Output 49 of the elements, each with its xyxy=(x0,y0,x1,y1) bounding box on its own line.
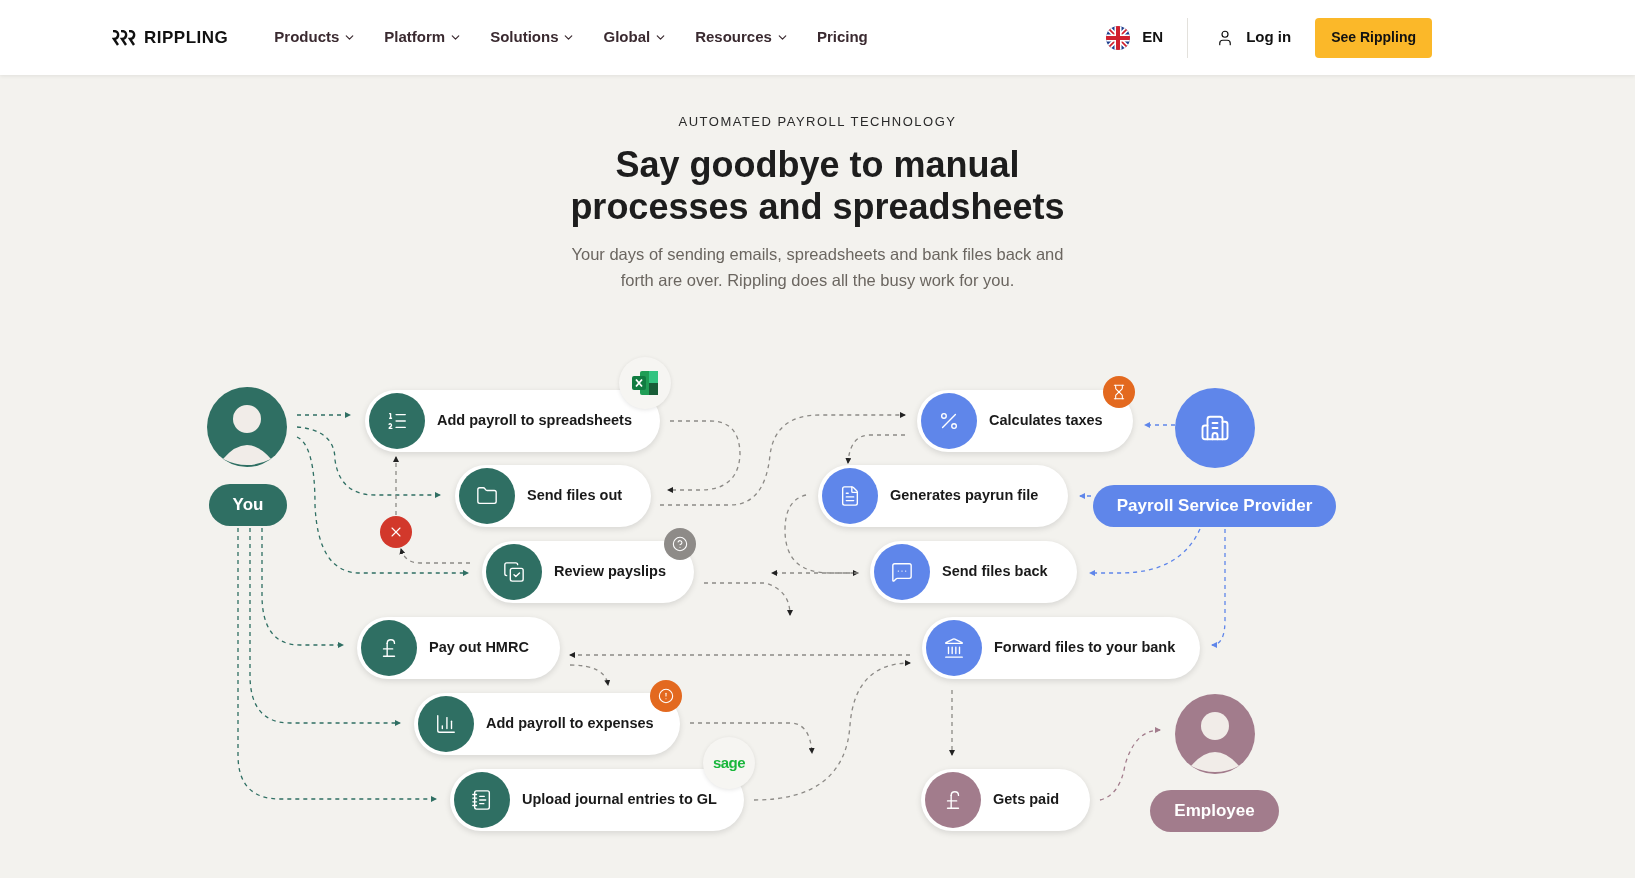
actor-label: You xyxy=(209,484,287,526)
step-label: Forward files to your bank xyxy=(994,638,1176,658)
copy-check-icon xyxy=(503,561,525,583)
flag-icon xyxy=(1106,25,1131,50)
step-label: Pay out HMRC xyxy=(429,638,529,658)
hero-title: Say goodbye to manual processes and spreadsheets xyxy=(570,143,1065,228)
step-label: Calculates taxes xyxy=(989,411,1103,431)
nav-menu-item[interactable]: Products xyxy=(274,26,357,49)
nav-menu-item[interactable]: Platform xyxy=(384,26,463,49)
step-label: Add payroll to expenses xyxy=(486,714,654,734)
alert-icon xyxy=(658,688,674,704)
notebook-icon xyxy=(471,789,493,811)
nav-menu-item[interactable]: Global xyxy=(603,26,668,49)
step-label: Add payroll to spreadsheets xyxy=(437,411,632,431)
help-icon xyxy=(672,536,688,552)
bar-chart-icon xyxy=(435,713,457,735)
step-label: Upload journal entries to GL xyxy=(522,790,717,810)
numbered-list-icon xyxy=(386,410,408,432)
chat-bubble-icon xyxy=(891,561,913,583)
spreadsheet-app-icon xyxy=(632,371,658,395)
rippling-logo[interactable]: RIPPLING xyxy=(112,24,229,51)
actor-label: Payroll Service Provider xyxy=(1093,485,1336,527)
logo-icon xyxy=(112,29,136,46)
see-rippling-button[interactable]: See Rippling xyxy=(1315,17,1432,58)
step-label: Review payslips xyxy=(554,562,667,582)
step-label: Send files back xyxy=(942,562,1048,582)
nav-menu-item[interactable]: Pricing xyxy=(816,26,868,49)
hourglass-icon xyxy=(1111,384,1127,400)
actor-label: Employee xyxy=(1150,790,1279,832)
step-label: Gets paid xyxy=(993,790,1060,810)
login-link[interactable]: Log in xyxy=(1216,26,1292,49)
connector-arrow xyxy=(569,664,610,686)
language-selector[interactable]: EN xyxy=(1106,25,1188,50)
percent-icon xyxy=(938,410,960,432)
connector-arrow xyxy=(1079,493,1092,499)
folder-icon xyxy=(476,485,498,507)
connector-arrow xyxy=(296,412,351,418)
sage-logo-text: sage xyxy=(712,752,746,773)
connector-arrow xyxy=(949,689,955,756)
bank-icon xyxy=(943,637,965,659)
hero-subtitle: Your days of sending emails, spreadsheets and bank files back and forth are over. Rippling does all the busy work for you. xyxy=(571,243,1064,291)
nav-menu-item[interactable]: Resources xyxy=(695,26,789,49)
logo-text: RIPPLING xyxy=(144,26,229,49)
step-label: Send files out xyxy=(527,486,623,506)
eyebrow-text: AUTOMATED PAYROLL TECHNOLOGY xyxy=(678,113,957,131)
nav-menu-item[interactable]: Solutions xyxy=(490,26,576,49)
step-label: Generates payrun file xyxy=(890,486,1039,506)
document-icon xyxy=(839,485,861,507)
office-building-icon xyxy=(1200,413,1230,443)
